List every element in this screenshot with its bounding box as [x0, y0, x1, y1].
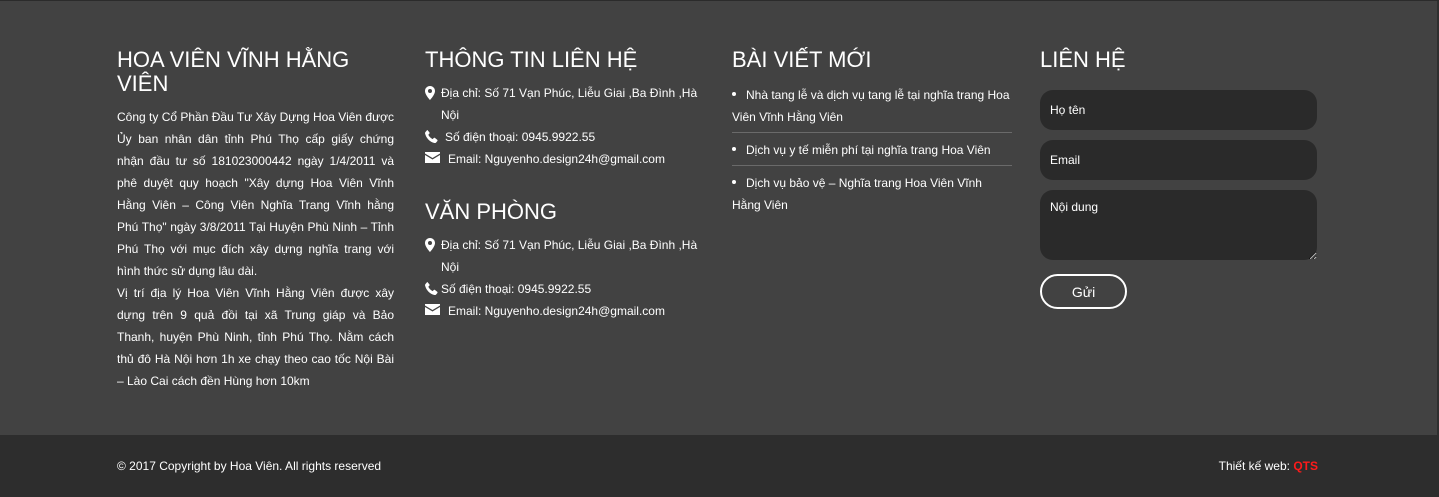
design-brand-link[interactable]: QTS: [1293, 459, 1318, 473]
recent-posts-list: Nhà tang lễ và dịch vụ tang lễ tại nghĩa…: [732, 84, 1012, 220]
envelope-icon: [425, 304, 440, 318]
bullet-icon: [732, 91, 736, 96]
send-button[interactable]: Gửi: [1040, 274, 1127, 309]
contact-form-title: LIÊN HỆ: [1040, 47, 1126, 72]
office-list: Địa chỉ: Số 71 Vạn Phúc, Liễu Giai ,Ba Đ…: [425, 234, 710, 322]
name-input[interactable]: [1040, 90, 1317, 130]
list-item[interactable]: Dịch vụ bảo vệ – Nghĩa trang Hoa Viên Vĩ…: [732, 172, 1012, 220]
contact-form-column: LIÊN HỆ Gửi: [1040, 48, 1317, 309]
contact-email-text[interactable]: Email: Nguyenho.design24h@gmail.com: [448, 152, 665, 166]
envelope-icon: [425, 152, 440, 166]
design-credit: Thiết kế web: QTS: [1219, 459, 1318, 473]
about-paragraph-2: Vị trí địa lý Hoa Viên Vĩnh Hằng Viên đư…: [117, 286, 394, 388]
contact-info-column: THÔNG TIN LIÊN HỆ Địa chỉ: Số 71 Vạn Phú…: [425, 48, 710, 322]
recent-posts-title: BÀI VIẾT MỚI: [732, 47, 872, 72]
bullet-icon: [732, 146, 736, 151]
list-item[interactable]: Nhà tang lễ và dịch vụ tang lễ tại nghĩa…: [732, 84, 1012, 133]
post-link[interactable]: Dịch vụ bảo vệ – Nghĩa trang Hoa Viên Vĩ…: [732, 176, 982, 212]
phone-icon: [425, 130, 439, 144]
list-item[interactable]: Dịch vụ y tế miễn phí tại nghĩa trang Ho…: [732, 139, 1012, 166]
email-input[interactable]: [1040, 140, 1317, 180]
map-marker-icon: [425, 238, 439, 252]
contact-info-list: Địa chỉ: Số 71 Vạn Phúc, Liễu Giai ,Ba Đ…: [425, 82, 710, 170]
about-column: HOA VIÊN VĨNH HẰNG VIÊN Công ty Cổ Phần …: [117, 48, 394, 392]
copyright-text: © 2017 Copyright by Hoa Viên. All rights…: [117, 459, 382, 473]
contact-phone-item: Số điện thoại: 0945.9922.55: [425, 126, 710, 148]
contact-address-item: Địa chỉ: Số 71 Vạn Phúc, Liễu Giai ,Ba Đ…: [425, 82, 710, 126]
contact-email-item: Email: Nguyenho.design24h@gmail.com: [425, 148, 710, 170]
message-textarea[interactable]: [1040, 190, 1317, 260]
recent-posts-column: BÀI VIẾT MỚI Nhà tang lễ và dịch vụ tang…: [732, 48, 1012, 226]
office-phone-item: Số điện thoại: 0945.9922.55: [425, 278, 710, 300]
post-link[interactable]: Nhà tang lễ và dịch vụ tang lễ tại nghĩa…: [732, 88, 1010, 124]
bullet-icon: [732, 179, 736, 184]
office-email-text[interactable]: Email: Nguyenho.design24h@gmail.com: [448, 304, 665, 318]
contact-address-text: Địa chỉ: Số 71 Vạn Phúc, Liễu Giai ,Ba Đ…: [441, 86, 698, 122]
footer-main: HOA VIÊN VĨNH HẰNG VIÊN Công ty Cổ Phần …: [0, 1, 1439, 435]
map-marker-icon: [425, 86, 439, 100]
contact-info-title: THÔNG TIN LIÊN HỆ: [425, 47, 638, 72]
office-email-item: Email: Nguyenho.design24h@gmail.com: [425, 300, 710, 322]
design-label: Thiết kế web:: [1218, 459, 1294, 473]
office-phone-text: Số điện thoại: 0945.9922.55: [441, 282, 592, 296]
office-address-item: Địa chỉ: Số 71 Vạn Phúc, Liễu Giai ,Ba Đ…: [425, 234, 710, 278]
office-address-text: Địa chỉ: Số 71 Vạn Phúc, Liễu Giai ,Ba Đ…: [441, 238, 698, 274]
contact-form: Gửi: [1040, 90, 1317, 309]
about-text: Công ty Cổ Phần Đầu Tư Xây Dựng Hoa Viên…: [117, 106, 394, 392]
phone-icon: [425, 282, 439, 296]
office-title: VĂN PHÒNG: [425, 199, 558, 224]
post-link[interactable]: Dịch vụ y tế miễn phí tại nghĩa trang Ho…: [746, 143, 991, 157]
about-paragraph-1: Công ty Cổ Phần Đầu Tư Xây Dựng Hoa Viên…: [117, 110, 395, 278]
about-title: HOA VIÊN VĨNH HẰNG VIÊN: [117, 47, 350, 96]
contact-phone-text: Số điện thoại: 0945.9922.55: [445, 130, 596, 144]
footer-bottom-bar: © 2017 Copyright by Hoa Viên. All rights…: [0, 435, 1439, 497]
